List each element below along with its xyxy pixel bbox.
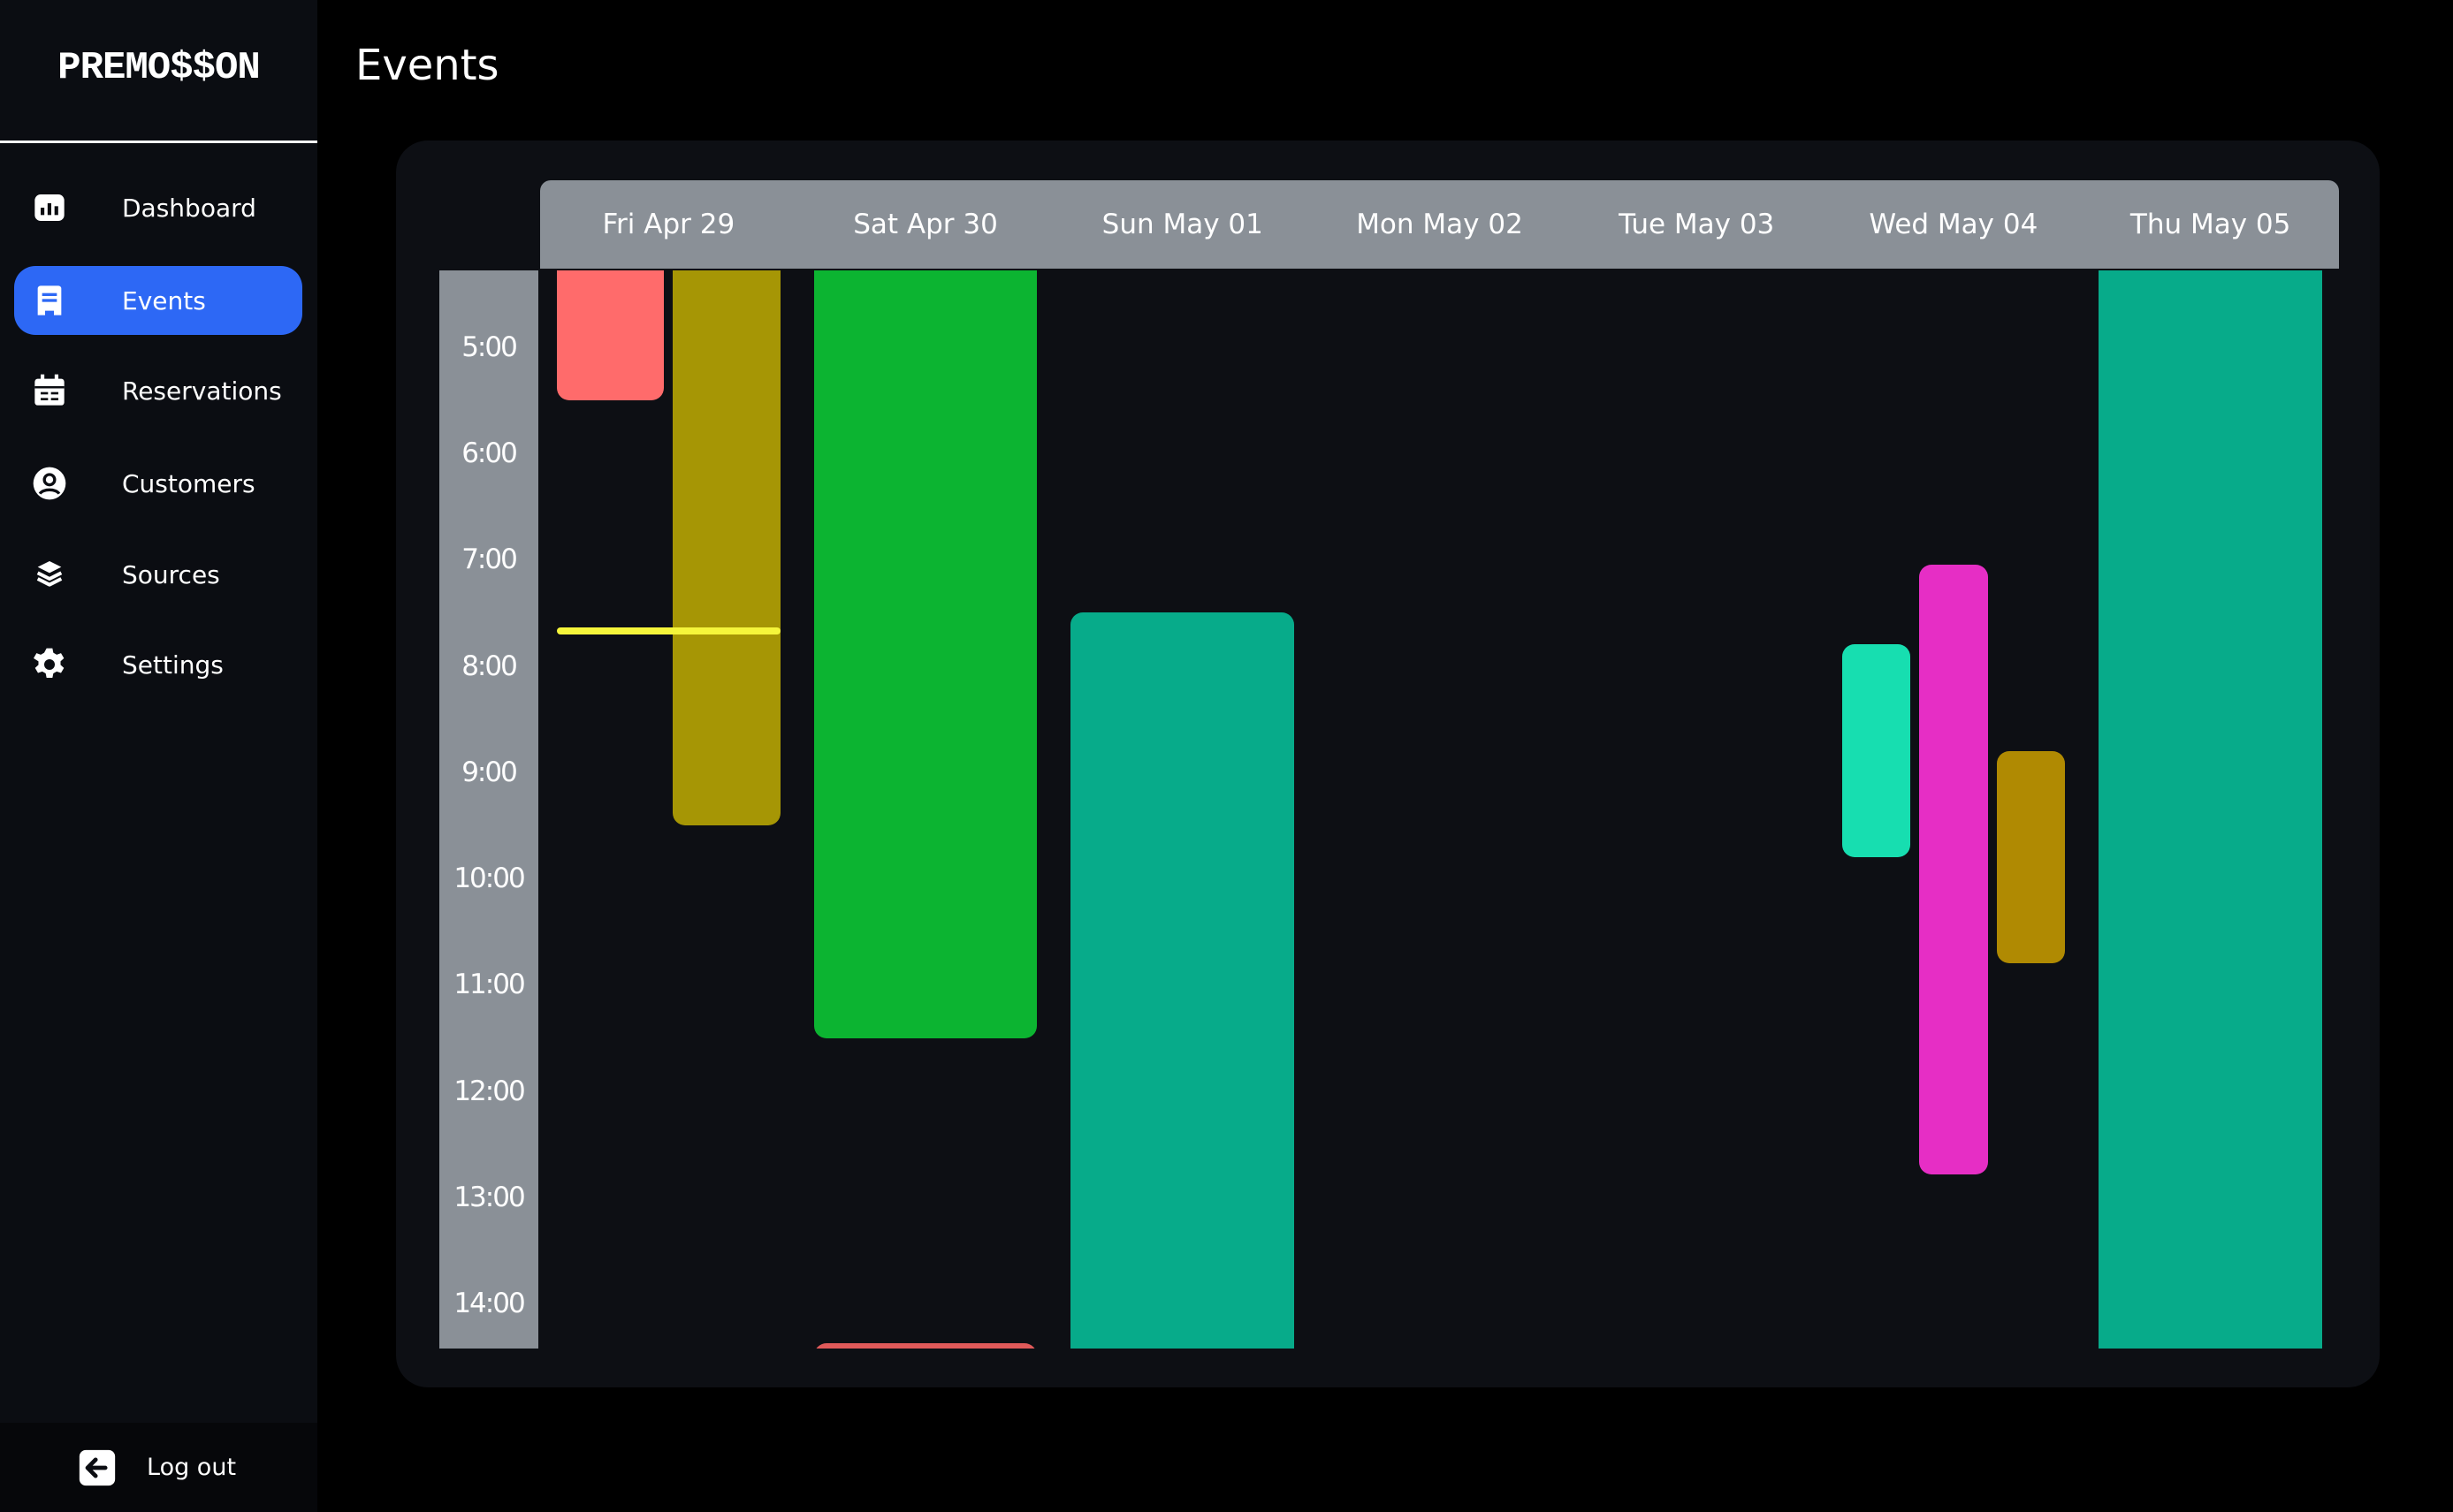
user-circle-icon [32,466,67,501]
page-title: Events [355,41,499,90]
logout-icon [78,1448,117,1487]
time-label: 9:00 [461,756,518,788]
day-header-5: Wed May 04 [1869,209,2038,240]
sidebar-item-sources[interactable]: Sources [14,540,302,609]
sidebar-item-dashboard[interactable]: Dashboard [14,173,302,242]
time-label: 14:00 [453,1288,525,1320]
event-block[interactable] [813,1342,1038,1349]
day-header-0: Fri Apr 29 [602,209,735,240]
calendar-grid [540,270,2339,1349]
sidebar-item-customers[interactable]: Customers [14,449,302,518]
current-time-line [557,627,781,634]
sidebar-item-label: Reservations [122,376,282,406]
sidebar-item-label: Events [122,285,206,315]
event-block[interactable] [813,270,1038,1038]
day-header-6: Thu May 05 [2129,209,2291,240]
bar-chart-icon [32,190,67,225]
sidebar-item-label: Dashboard [122,193,256,223]
logout-button[interactable]: Log out [0,1423,317,1512]
event-block[interactable] [2099,270,2322,1349]
time-label: 11:00 [453,969,525,1001]
time-label: 13:00 [453,1181,525,1214]
event-block[interactable] [1996,750,2066,964]
time-label: 7:00 [461,543,518,576]
time-label: 12:00 [453,1075,525,1107]
layers-icon [32,557,67,592]
sidebar-item-events[interactable]: Events [14,266,302,335]
time-label: 10:00 [453,862,525,895]
divider [0,141,317,143]
logo: PREMO$$ON [57,46,261,90]
event-block[interactable] [673,270,781,825]
day-header: Fri Apr 29 Sat Apr 30 Sun May 01 Mon May 02… [540,180,2339,269]
time-label: 5:00 [461,331,518,363]
gear-icon [32,647,67,682]
events-icon [32,283,67,318]
sidebar: PREMO$$ON Dashboard Events Reservations Cus… [0,0,317,1512]
event-block[interactable] [1070,612,1295,1349]
sidebar-item-label: Settings [122,650,224,680]
day-header-4: Tue May 03 [1619,209,1775,240]
time-label: 6:00 [461,437,518,469]
logout-label: Log out [147,1454,237,1481]
event-block[interactable] [1919,565,1988,1174]
day-header-2: Sun May 01 [1101,209,1263,240]
event-block[interactable] [557,270,665,400]
sidebar-item-reservations[interactable]: Reservations [14,356,302,425]
time-label: 8:00 [461,650,518,682]
day-header-1: Sat Apr 30 [853,209,998,240]
sidebar-item-label: Sources [122,559,220,589]
time-column: 5:00 6:00 7:00 8:00 9:00 10:00 11:00 12:00 13:00… [439,270,538,1349]
sidebar-item-settings[interactable]: Settings [14,630,302,699]
event-block[interactable] [1841,644,1911,858]
day-header-3: Mon May 02 [1356,209,1523,240]
sidebar-item-label: Customers [122,468,255,498]
calendar-icon [32,373,67,408]
